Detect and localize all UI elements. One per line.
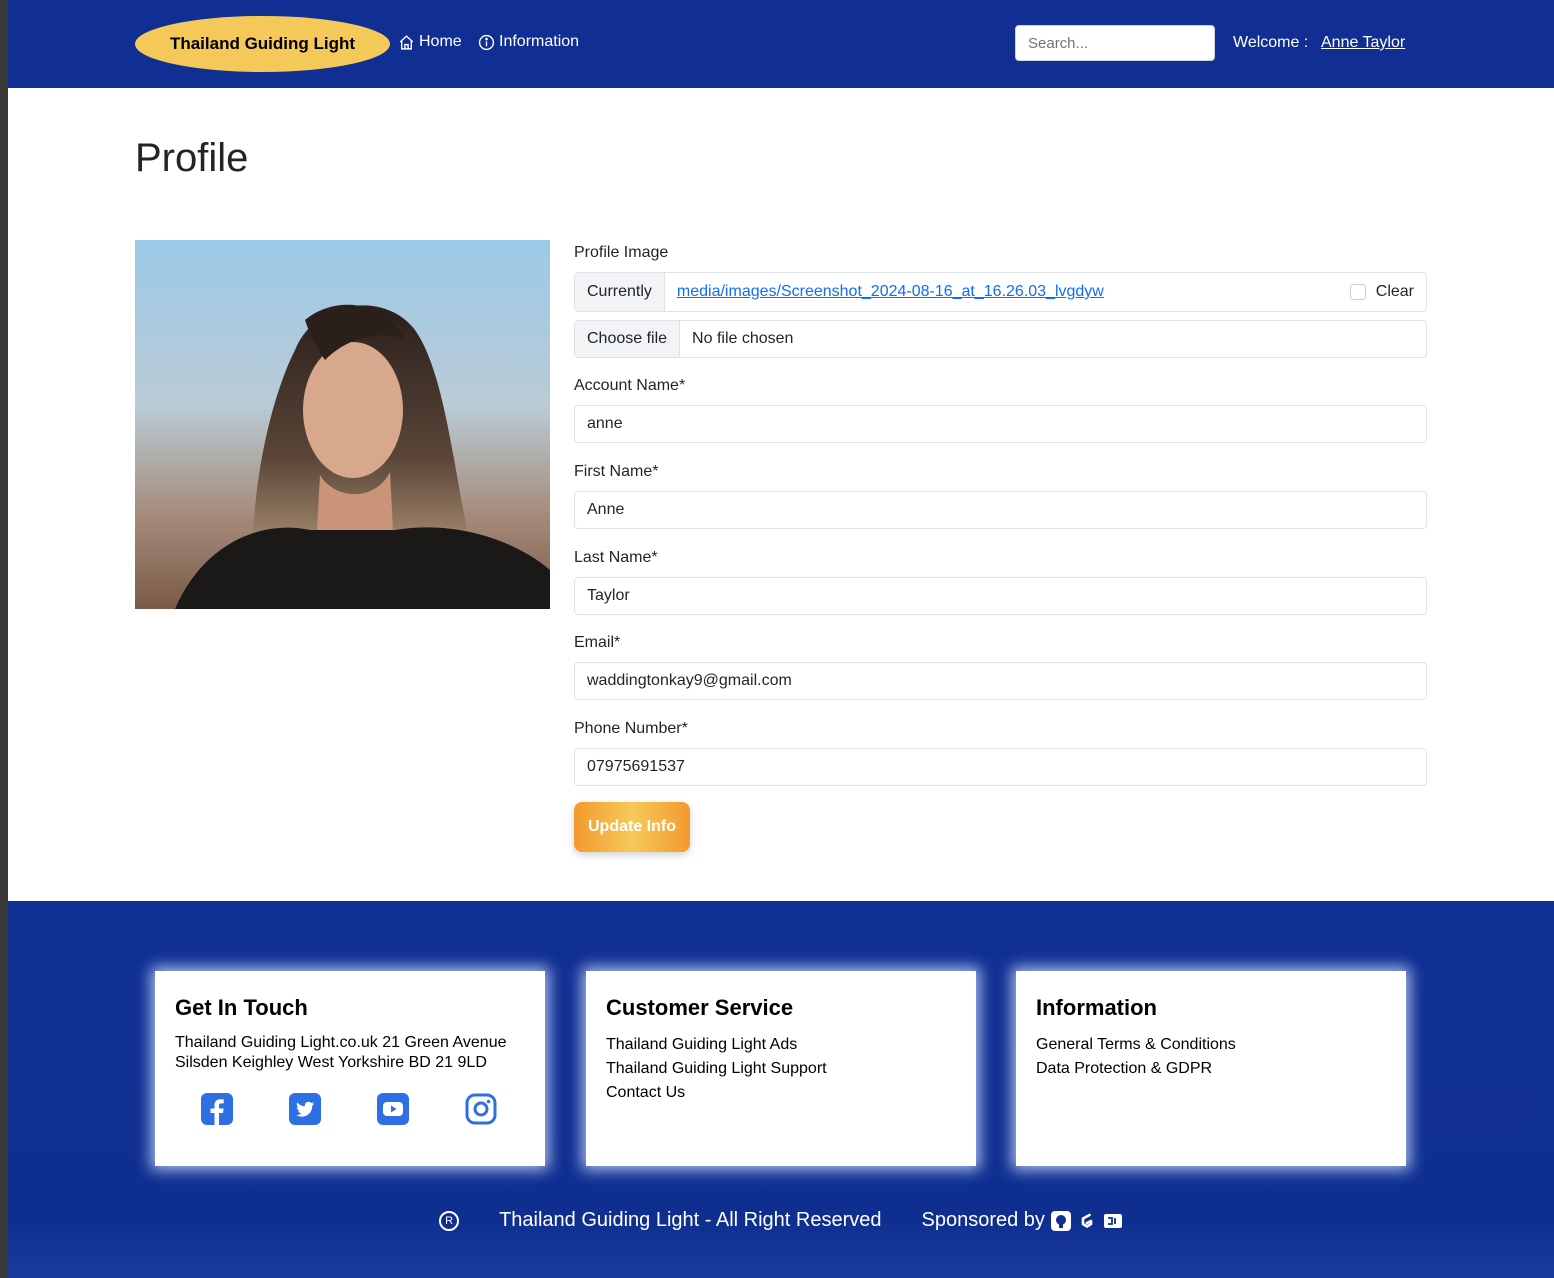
user-profile-link[interactable]: Anne Taylor: [1321, 34, 1405, 52]
information-card: Information General Terms & Conditions D…: [1016, 971, 1406, 1166]
facebook-icon[interactable]: [201, 1093, 233, 1125]
profile-photo: [135, 240, 550, 609]
email-input[interactable]: [574, 662, 1427, 700]
nav-home-link[interactable]: Home: [398, 33, 462, 51]
information-title: Information: [1036, 995, 1157, 1020]
top-navbar: Thailand Guiding Light Home Information …: [8, 0, 1554, 88]
nav-home-label: Home: [419, 33, 462, 50]
phone-input[interactable]: [574, 748, 1427, 786]
social-links: [201, 1093, 497, 1125]
twitter-icon[interactable]: [289, 1093, 321, 1125]
youtube-icon[interactable]: [377, 1093, 409, 1125]
current-image-group: Currently media/images/Screenshot_2024-0…: [574, 272, 1427, 312]
profile-image-label: Profile Image: [574, 244, 669, 261]
code-institute-icon[interactable]: [1103, 1211, 1123, 1231]
contact-title: Get In Touch: [175, 995, 308, 1020]
search-input[interactable]: [1015, 25, 1215, 61]
last-name-input[interactable]: [574, 577, 1427, 615]
first-name-input[interactable]: [574, 491, 1427, 529]
page: Thailand Guiding Light Home Information …: [8, 0, 1554, 1278]
clear-label: Clear: [1375, 283, 1414, 300]
copyright-text: Thailand Guiding Light - All Right Reser…: [499, 1209, 882, 1231]
home-icon: [399, 34, 414, 50]
registered-icon: R: [439, 1210, 460, 1231]
instagram-icon[interactable]: [465, 1093, 497, 1125]
clear-checkbox[interactable]: [1349, 284, 1366, 300]
sponsor-icons: [1050, 1210, 1123, 1231]
sponsored-by-text: Sponsored by: [921, 1209, 1045, 1231]
footer-link-ads[interactable]: Thailand Guiding Light Ads: [606, 1033, 956, 1057]
contact-address-line1: Thailand Guiding Light.co.uk 21 Green Av…: [175, 1034, 507, 1051]
customer-service-card: Customer Service Thailand Guiding Light …: [586, 971, 976, 1166]
clear-option: Clear: [1349, 273, 1426, 311]
github-icon[interactable]: [1050, 1210, 1071, 1231]
footer-link-contact[interactable]: Contact Us: [606, 1081, 956, 1105]
nav-information-link[interactable]: Information: [478, 33, 579, 51]
update-info-button[interactable]: Update Info: [574, 802, 690, 852]
customer-service-title: Customer Service: [606, 995, 794, 1020]
page-title: Profile: [135, 136, 249, 180]
footer-link-terms[interactable]: General Terms & Conditions: [1036, 1033, 1386, 1057]
contact-card: Get In Touch Thailand Guiding Light.co.u…: [155, 971, 545, 1166]
email-label: Email*: [574, 634, 621, 651]
no-file-chosen-text: No file chosen: [692, 330, 794, 347]
brand-logo[interactable]: Thailand Guiding Light: [135, 16, 390, 72]
gitpod-icon[interactable]: [1077, 1211, 1097, 1231]
info-icon: [478, 34, 495, 50]
first-name-label: First Name*: [574, 463, 659, 480]
currently-label: Currently: [575, 273, 665, 311]
choose-file-button[interactable]: Choose file: [575, 321, 681, 357]
phone-label: Phone Number*: [574, 720, 688, 737]
contact-address-line2: Silsden Keighley West Yorkshire BD 21 9L…: [175, 1054, 487, 1071]
footer-link-support[interactable]: Thailand Guiding Light Support: [606, 1057, 956, 1081]
account-name-input[interactable]: [574, 405, 1427, 443]
nav-information-label: Information: [499, 33, 580, 50]
last-name-label: Last Name*: [574, 549, 658, 566]
account-name-label: Account Name*: [574, 377, 686, 394]
welcome-label: Welcome :: [1233, 34, 1309, 51]
footer: Get In Touch Thailand Guiding Light.co.u…: [8, 901, 1554, 1278]
copyright-bar: R Thailand Guiding Light - All Right Res…: [8, 1209, 1554, 1232]
current-file-link[interactable]: media/images/Screenshot_2024-08-16_at_16…: [665, 273, 1350, 311]
footer-link-gdpr[interactable]: Data Protection & GDPR: [1036, 1057, 1386, 1081]
file-input-group: Choose file No file chosen: [574, 320, 1427, 358]
